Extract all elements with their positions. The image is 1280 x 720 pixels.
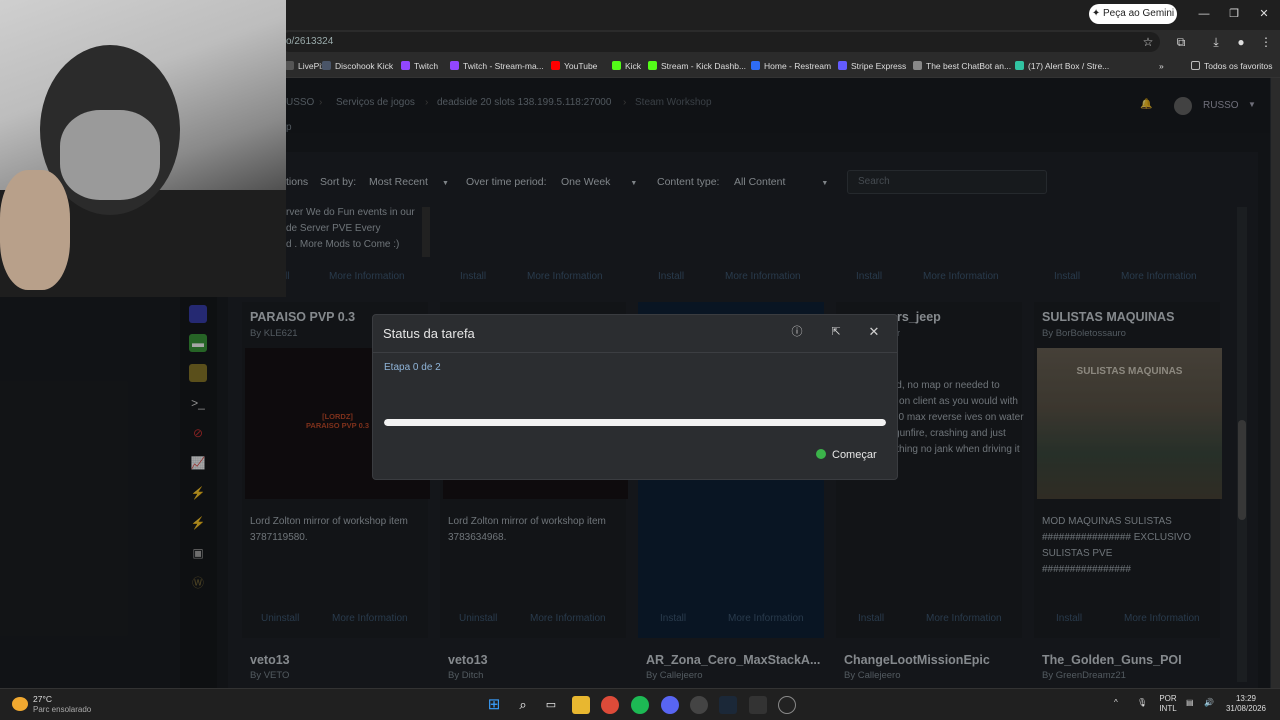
- bookmark-favicon-icon: [401, 61, 410, 70]
- bookmark-item[interactable]: Home - Restream: [751, 60, 831, 73]
- steam-icon[interactable]: [719, 696, 737, 714]
- task-view-icon[interactable]: ▭: [542, 696, 560, 714]
- chrome-icon[interactable]: [601, 696, 619, 714]
- tray-overflow-icon[interactable]: ^: [1114, 698, 1118, 708]
- file-explorer-icon[interactable]: [572, 696, 590, 714]
- bookmark-item[interactable]: LivePix: [285, 60, 325, 73]
- bookmark-item[interactable]: Twitch: [401, 60, 438, 73]
- bookmark-item[interactable]: Stream - Kick Dashb...: [648, 60, 746, 73]
- bookmark-item[interactable]: Twitch - Stream-ma...: [450, 60, 544, 73]
- windows-start-icon[interactable]: ⊞: [485, 696, 503, 714]
- bookmark-label: Stream - Kick Dashb...: [661, 61, 747, 71]
- download-icon[interactable]: ⤓: [1208, 35, 1224, 49]
- bookmark-label: Stripe Express: [851, 61, 907, 71]
- bookmark-favicon-icon: [913, 61, 922, 70]
- clock-time: 13:29: [1235, 694, 1257, 703]
- all-bookmarks-label: Todos os favoritos: [1204, 61, 1273, 71]
- close-window-icon[interactable]: ✕: [1256, 6, 1272, 22]
- bookmark-label: The best ChatBot an...: [926, 61, 1012, 71]
- spotify-icon[interactable]: [631, 696, 649, 714]
- volume-icon[interactable]: 🔊: [1204, 698, 1214, 708]
- bookmark-label: Kick: [625, 61, 642, 71]
- browser-scrollbar[interactable]: [1271, 78, 1280, 688]
- play-icon: [816, 449, 826, 459]
- address-text: o/2613324: [286, 36, 334, 47]
- obs-icon[interactable]: [690, 696, 708, 714]
- bookmark-label: Home - Restream: [764, 61, 832, 71]
- search-icon[interactable]: ⌕: [514, 696, 532, 714]
- discord-icon[interactable]: [661, 696, 679, 714]
- close-icon[interactable]: ✕: [867, 325, 881, 339]
- weather-description[interactable]: Parc ensolarado: [33, 705, 91, 714]
- microphone-icon[interactable]: 🎙: [1137, 698, 1147, 708]
- bookmark-star-icon[interactable]: ☆: [1140, 35, 1156, 49]
- bookmark-label: YouTube: [564, 61, 598, 71]
- dialog-divider: [373, 352, 897, 353]
- bookmark-favicon-icon: [648, 61, 657, 70]
- unreal-icon[interactable]: [778, 696, 796, 714]
- bookmark-label: Twitch - Stream-ma...: [463, 61, 544, 71]
- clock-date: 31/08/2026: [1225, 704, 1267, 713]
- gemini-button[interactable]: ✦ Peça ao Gemini: [1089, 4, 1177, 24]
- bookmark-favicon-icon: [838, 61, 847, 70]
- bookmark-item[interactable]: Kick: [612, 60, 641, 73]
- bookmark-label: Discohook Kick: [335, 61, 394, 71]
- bookmark-favicon-icon: [285, 61, 294, 70]
- start-button-label: Começar: [832, 449, 877, 461]
- webcam-hand: [0, 170, 70, 290]
- bookmarks-overflow-icon[interactable]: »: [1159, 60, 1164, 73]
- bookmark-label: Twitch: [414, 61, 439, 71]
- webcam-skull-mask: [60, 110, 160, 200]
- terminal-app-icon[interactable]: [749, 696, 767, 714]
- dialog-step: Etapa 0 de 2: [384, 362, 441, 373]
- bookmark-item[interactable]: (17) Alert Box / Stre...: [1015, 60, 1109, 73]
- bookmark-item[interactable]: YouTube: [551, 60, 597, 73]
- profile-icon[interactable]: ●: [1233, 35, 1249, 49]
- gemini-button-label: Peça ao Gemini: [1103, 8, 1175, 19]
- browser-menu-icon[interactable]: ⋮: [1258, 35, 1274, 49]
- network-icon[interactable]: ▤: [1186, 698, 1194, 708]
- dialog-title: Status da tarefa: [383, 326, 475, 341]
- start-button[interactable]: Começar: [816, 446, 882, 464]
- progress-fill: [384, 419, 886, 426]
- bookmark-item[interactable]: The best ChatBot an...: [913, 60, 1011, 73]
- weather-icon[interactable]: [12, 697, 28, 711]
- bookmark-favicon-icon: [751, 61, 760, 70]
- progress-bar: [384, 419, 886, 426]
- bookmark-favicon-icon: [1015, 61, 1024, 70]
- maximize-icon[interactable]: ❐: [1226, 6, 1242, 22]
- external-link-icon[interactable]: ⇱: [829, 325, 843, 339]
- lang-bottom: INTL: [1159, 704, 1177, 713]
- bookmark-favicon-icon: [322, 61, 331, 70]
- weather-temp[interactable]: 27°C: [33, 694, 52, 704]
- bookmark-favicon-icon: [450, 61, 459, 70]
- lang-top: POR: [1159, 694, 1177, 703]
- bookmark-favicon-icon: [612, 61, 621, 70]
- bookmark-label: (17) Alert Box / Stre...: [1028, 61, 1110, 71]
- language-indicator[interactable]: POR INTL: [1158, 694, 1178, 714]
- bookmark-favicon-icon: [551, 61, 560, 70]
- bookmark-item[interactable]: Discohook Kick: [322, 60, 393, 73]
- minimize-icon[interactable]: —: [1196, 6, 1212, 22]
- address-bar[interactable]: o/2613324: [280, 32, 1160, 52]
- bookmark-item[interactable]: Stripe Express: [838, 60, 906, 73]
- extensions-icon[interactable]: ⧉: [1173, 35, 1189, 49]
- all-bookmarks[interactable]: Todos os favoritos: [1191, 60, 1273, 73]
- clock[interactable]: 13:29 31/08/2026: [1224, 694, 1268, 714]
- info-icon[interactable]: ⓘ: [790, 325, 804, 339]
